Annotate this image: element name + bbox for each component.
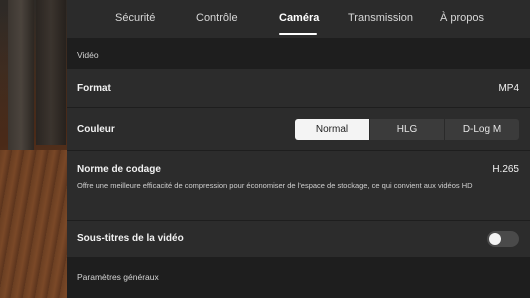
tab-a-propos[interactable]: À propos: [440, 12, 484, 24]
codec-label: Norme de codage: [77, 164, 161, 175]
tab-controle[interactable]: Contrôle: [196, 12, 238, 24]
format-label: Format: [77, 83, 111, 94]
tab-camera[interactable]: Caméra: [279, 12, 319, 24]
color-option-dlogm[interactable]: D-Log M: [444, 119, 519, 140]
background-pillar: [36, 0, 66, 145]
background-pillar: [8, 0, 34, 150]
format-value: MP4: [498, 83, 519, 94]
subtitles-label: Sous-titres de la vidéo: [77, 233, 184, 244]
tab-transmission[interactable]: Transmission: [348, 12, 413, 24]
format-row[interactable]: Format MP4: [67, 69, 530, 108]
toggle-knob: [489, 233, 501, 245]
codec-value: H.265: [492, 164, 519, 175]
subtitles-row: Sous-titres de la vidéo: [67, 221, 530, 258]
tab-bar: Sécurité Contrôle Caméra Transmission À …: [67, 0, 530, 38]
color-row: Couleur Normal HLG D-Log M: [67, 108, 530, 151]
color-option-hlg[interactable]: HLG: [369, 119, 444, 140]
section-title: Vidéo: [77, 50, 99, 60]
section-title: Paramètres généraux: [77, 272, 159, 282]
section-header-general: Paramètres généraux: [67, 258, 530, 298]
settings-panel: Sécurité Contrôle Caméra Transmission À …: [67, 0, 530, 298]
codec-description: Offre une meilleure efficacité de compre…: [77, 181, 473, 190]
color-label: Couleur: [77, 124, 115, 135]
codec-row[interactable]: Norme de codage H.265 Offre une meilleur…: [67, 151, 530, 221]
tab-securite[interactable]: Sécurité: [115, 12, 155, 24]
subtitles-toggle[interactable]: [487, 231, 519, 247]
color-segmented-control: Normal HLG D-Log M: [295, 119, 519, 140]
color-option-normal[interactable]: Normal: [295, 119, 369, 140]
active-tab-indicator: [279, 33, 317, 35]
section-header-video: Vidéo: [67, 38, 530, 69]
